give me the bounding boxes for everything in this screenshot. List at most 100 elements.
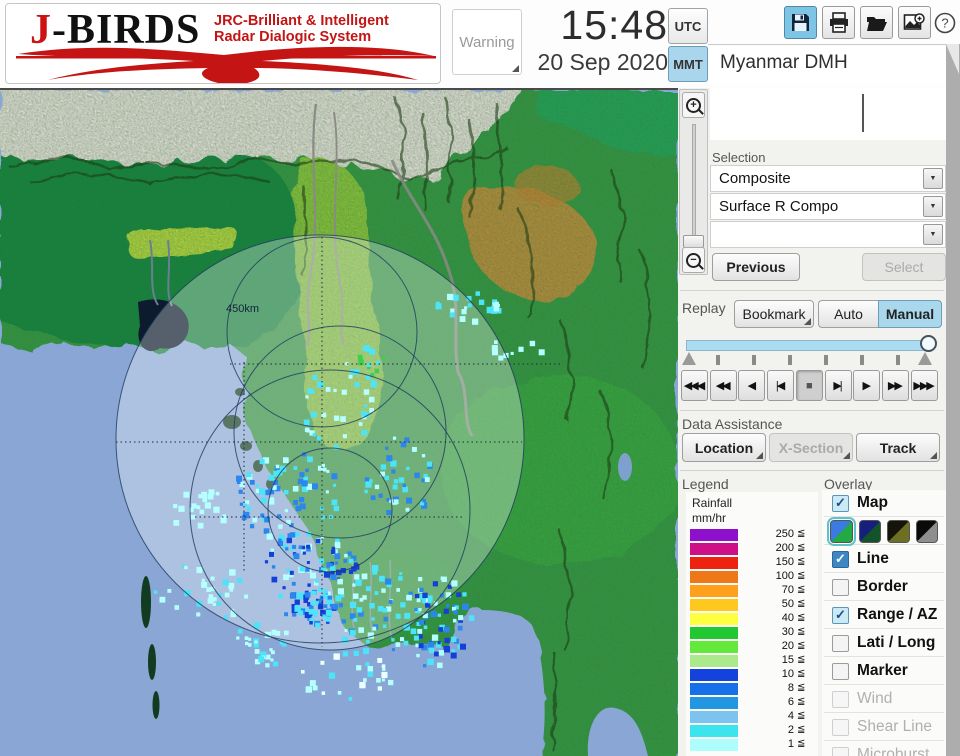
skip-end-button[interactable]: ▶| bbox=[824, 370, 852, 401]
leq-symbol: ≦ bbox=[797, 710, 806, 721]
select-button: Select bbox=[862, 253, 946, 281]
checkbox[interactable]: ✓ bbox=[832, 606, 849, 624]
legend-row: 250 ≦ bbox=[690, 528, 808, 542]
map-style-swatch-3[interactable] bbox=[887, 519, 910, 543]
control-panel: + − Selection Composite ▼ Surface R Comp… bbox=[678, 88, 946, 756]
radar-map[interactable]: 450km bbox=[0, 88, 678, 756]
leq-symbol: ≦ bbox=[797, 598, 806, 609]
panel-separator bbox=[708, 44, 946, 45]
map-style-swatch-4[interactable] bbox=[915, 519, 938, 543]
dropdown-product[interactable]: Surface R Compo ▼ bbox=[710, 193, 946, 220]
legend-color-swatch bbox=[690, 543, 738, 555]
overlay-item-map[interactable]: ✓ Map bbox=[824, 490, 944, 517]
overlay-item-line[interactable]: ✓ Line bbox=[824, 546, 944, 573]
checkbox[interactable]: ✓ bbox=[832, 550, 849, 568]
chevron-down-icon[interactable]: ▼ bbox=[923, 168, 943, 189]
checkbox[interactable]: ✓ bbox=[832, 494, 849, 512]
manual-button[interactable]: Manual bbox=[878, 300, 942, 328]
overlay-item-marker[interactable]: Marker bbox=[824, 658, 944, 685]
previous-button[interactable]: Previous bbox=[712, 253, 800, 281]
legend-color-swatch bbox=[690, 641, 738, 653]
mmt-button[interactable]: MMT bbox=[668, 46, 708, 82]
legend-value: 1 bbox=[787, 738, 794, 750]
legend-color-swatch bbox=[690, 697, 738, 709]
map-style-swatch-2[interactable] bbox=[858, 519, 881, 543]
checkbox[interactable] bbox=[832, 634, 849, 652]
checkbox[interactable] bbox=[832, 578, 849, 596]
dropdown-composite[interactable]: Composite ▼ bbox=[710, 165, 946, 192]
legend-units: Rainfall mm/hr bbox=[692, 496, 733, 525]
map-zoom-control: + − bbox=[679, 89, 708, 275]
map-style-row bbox=[824, 516, 944, 546]
legend-row: 150 ≦ bbox=[690, 556, 808, 570]
legend-value: 15 bbox=[781, 654, 794, 666]
bookmark-button[interactable]: Bookmark bbox=[734, 300, 814, 328]
open-file-button[interactable] bbox=[860, 6, 893, 39]
overlay-item-lati-long[interactable]: Lati / Long bbox=[824, 630, 944, 657]
overlay-item-label: Microburst bbox=[857, 746, 930, 756]
help-button[interactable]: ? bbox=[932, 6, 958, 39]
location-button[interactable]: Location bbox=[682, 433, 766, 462]
legend-row: 200 ≦ bbox=[690, 542, 808, 556]
image-zoom-button[interactable] bbox=[898, 6, 931, 39]
slider-tick bbox=[752, 355, 756, 365]
legend-value: 50 bbox=[781, 598, 794, 610]
forward-fastest-button[interactable]: ▶▶▶ bbox=[910, 370, 938, 401]
step-back-button[interactable]: ◀ bbox=[738, 370, 766, 401]
leq-symbol: ≦ bbox=[797, 556, 806, 567]
stop-button[interactable]: ■ bbox=[795, 370, 823, 401]
legend-color-swatch bbox=[690, 655, 738, 667]
utc-button[interactable]: UTC bbox=[668, 8, 708, 44]
header-bar: J-BIRDS JRC-Brilliant & Intelligent Rada… bbox=[0, 0, 960, 88]
legend-row: 15 ≦ bbox=[690, 654, 808, 668]
auto-button[interactable]: Auto bbox=[818, 300, 878, 328]
rewind-fast-button[interactable]: ◀◀ bbox=[709, 370, 737, 401]
slider-end-marker[interactable] bbox=[918, 352, 932, 365]
print-button[interactable] bbox=[822, 6, 855, 39]
replay-slider-thumb[interactable] bbox=[920, 335, 937, 352]
overlay-item-border[interactable]: Border bbox=[824, 574, 944, 601]
legend-row: 4 ≦ bbox=[690, 710, 808, 724]
slider-tick bbox=[896, 355, 900, 365]
replay-slider-track[interactable] bbox=[686, 340, 932, 351]
legend-row: 50 ≦ bbox=[690, 598, 808, 612]
divider bbox=[680, 290, 944, 291]
legend-row: 40 ≦ bbox=[690, 612, 808, 626]
collapse-arrow-icon[interactable] bbox=[946, 44, 959, 74]
clock-date: 20 Sep 2020 bbox=[537, 49, 668, 75]
track-button[interactable]: Track bbox=[856, 433, 940, 462]
legend-color-swatch bbox=[690, 739, 738, 751]
legend-row: 1 ≦ bbox=[690, 738, 808, 752]
skip-start-button[interactable]: |◀ bbox=[767, 370, 795, 401]
jbirds-logo: J-BIRDS JRC-Brilliant & Intelligent Rada… bbox=[5, 3, 441, 84]
zoom-in-icon: + bbox=[686, 97, 701, 113]
legend-value: 8 bbox=[787, 682, 794, 694]
chevron-down-icon[interactable]: ▼ bbox=[923, 196, 943, 217]
overlay-item-range-az[interactable]: ✓ Range / AZ bbox=[824, 602, 944, 629]
overlay-item-label: Map bbox=[857, 494, 888, 511]
slider-tick bbox=[788, 355, 792, 365]
rewind-fastest-button[interactable]: ◀◀◀ bbox=[681, 370, 708, 401]
legend-value: 40 bbox=[781, 612, 794, 624]
forward-fast-button[interactable]: ▶▶ bbox=[881, 370, 909, 401]
clock-time: 15:48 bbox=[560, 2, 668, 48]
zoom-slider-track[interactable] bbox=[692, 124, 696, 242]
panel-splitter[interactable] bbox=[946, 44, 960, 756]
print-icon bbox=[829, 12, 848, 33]
divider bbox=[680, 410, 944, 411]
legend-value: 250 bbox=[775, 528, 794, 540]
overlay-item-microburst: Microburst bbox=[824, 742, 944, 756]
x-section-button: X-Section bbox=[769, 433, 853, 462]
play-button[interactable]: ▶ bbox=[853, 370, 881, 401]
leq-symbol: ≦ bbox=[797, 724, 806, 735]
slider-start-marker[interactable] bbox=[682, 352, 696, 365]
checkbox bbox=[832, 718, 849, 736]
zoom-out-button[interactable]: − bbox=[682, 247, 705, 273]
chevron-down-icon[interactable]: ▼ bbox=[923, 224, 943, 245]
image-zoom-icon bbox=[903, 13, 925, 30]
map-style-swatch-1[interactable] bbox=[827, 516, 856, 546]
checkbox[interactable] bbox=[832, 662, 849, 680]
save-button[interactable] bbox=[784, 6, 817, 39]
dropdown-empty[interactable]: ▼ bbox=[710, 221, 946, 248]
zoom-in-button[interactable]: + bbox=[682, 92, 705, 118]
